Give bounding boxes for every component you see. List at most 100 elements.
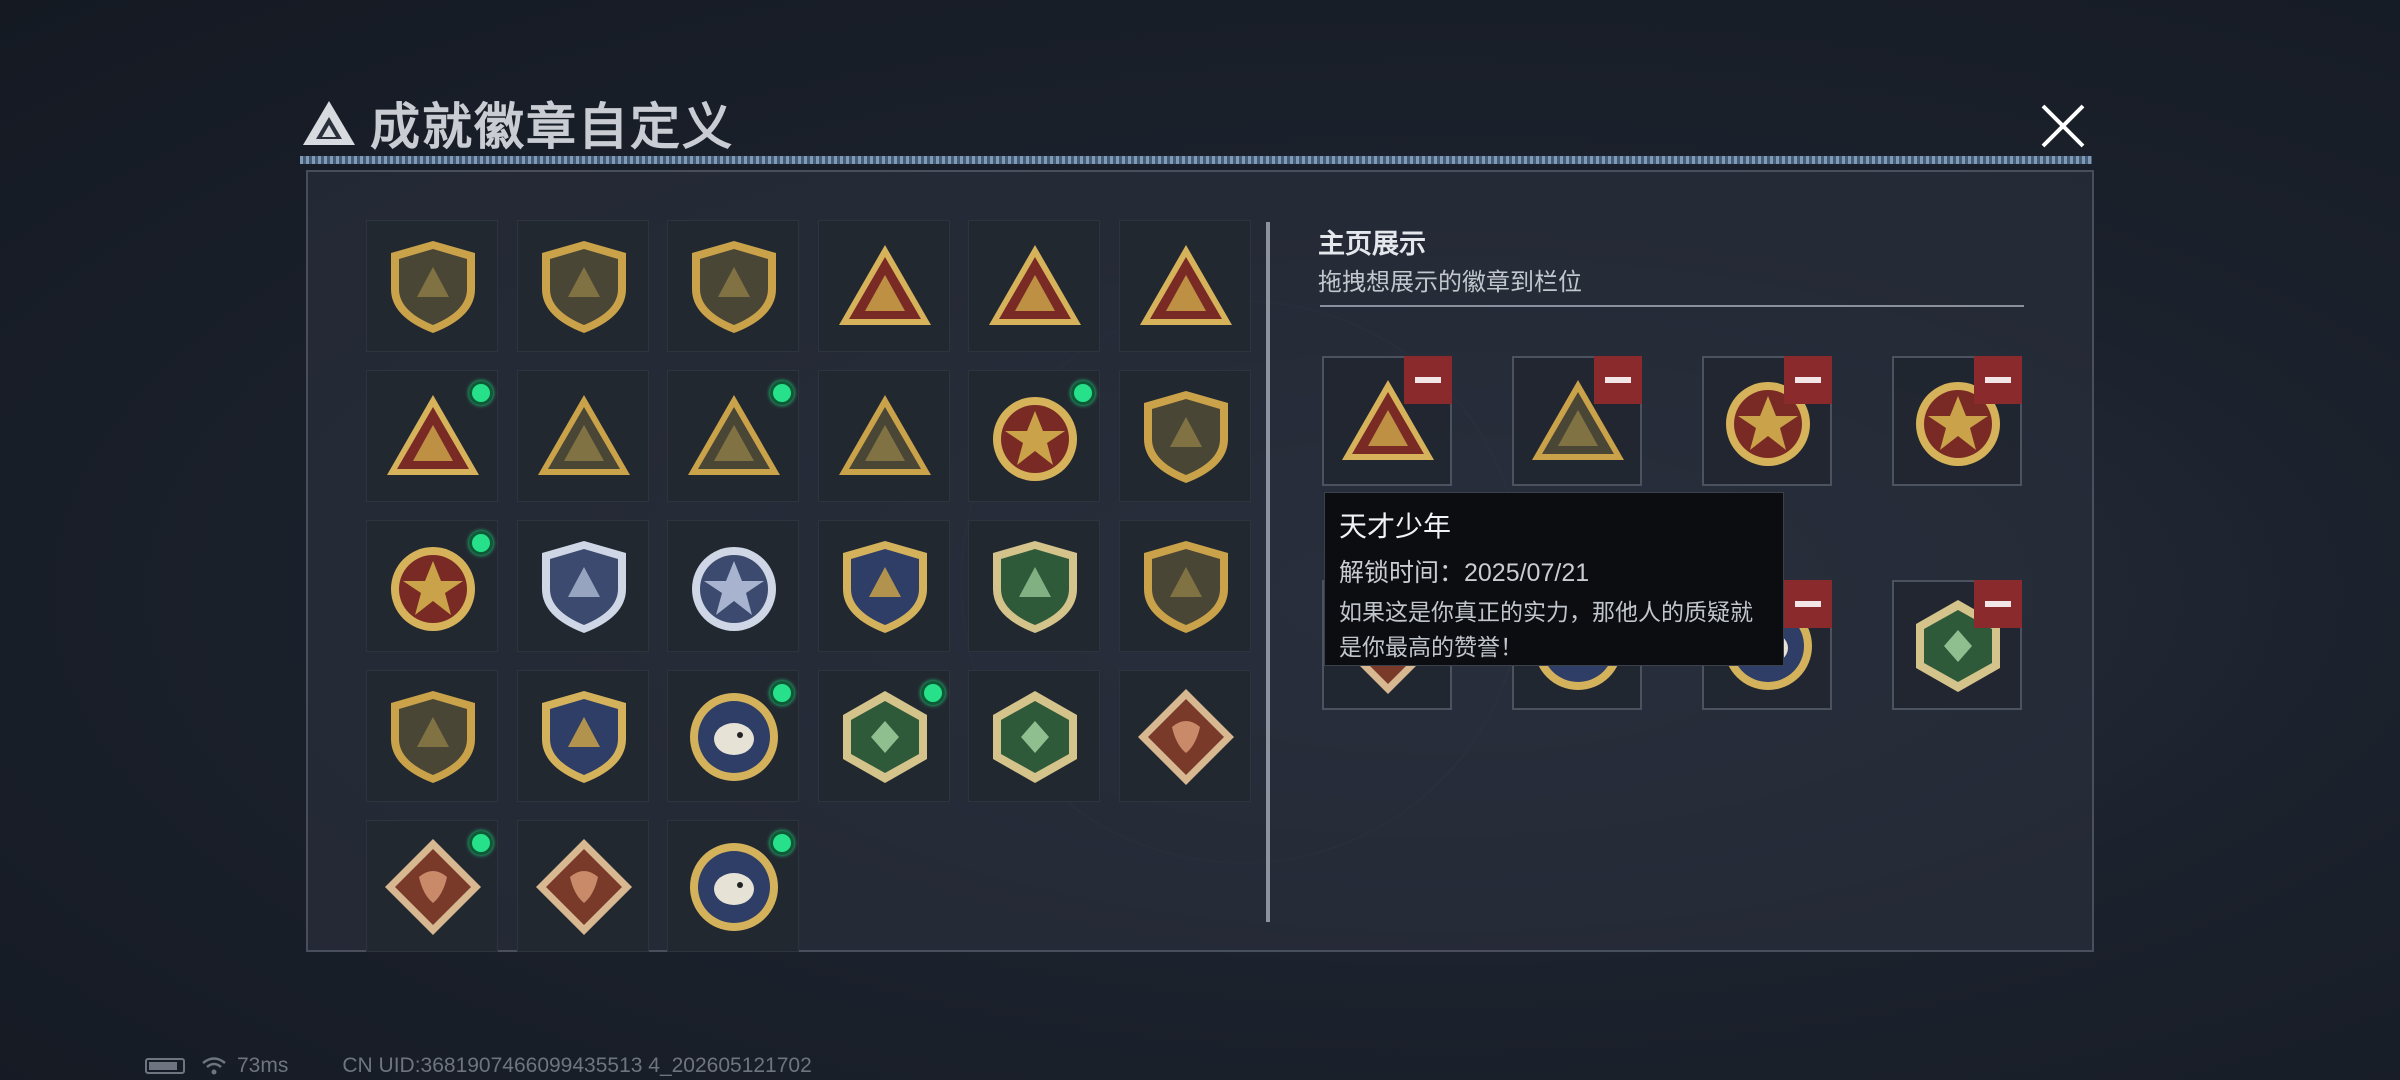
badge-cell[interactable]: [1118, 370, 1251, 502]
triangle-logo-icon: [303, 101, 355, 145]
minus-icon: [1985, 601, 2011, 607]
battery-icon: [145, 1058, 185, 1074]
remove-badge-button[interactable]: [1974, 356, 2022, 404]
badge-cell[interactable]: [366, 820, 498, 952]
badge-cell[interactable]: [817, 370, 950, 502]
rifle-olive-shield-badge-icon: [1143, 541, 1228, 633]
minus-icon: [1415, 377, 1441, 383]
badge-cell[interactable]: [366, 370, 498, 502]
badge-cell[interactable]: [516, 370, 649, 502]
badge-cell[interactable]: [1118, 670, 1251, 802]
eagle-round-badge-icon: [690, 693, 778, 781]
badge-cell[interactable]: [667, 820, 799, 952]
badge-tooltip: 天才少年 解锁时间：2025/07/21 如果这是你真正的实力，那他人的质疑就 …: [1324, 492, 1784, 666]
window-header: 成就徽章自定义: [300, 88, 734, 158]
display-slot[interactable]: [1892, 356, 2022, 486]
tooltip-description-line: 如果这是你真正的实力，那他人的质疑就: [1339, 599, 1753, 625]
emblem-shield-badge-icon: [1143, 391, 1228, 483]
badge-cell[interactable]: [366, 220, 498, 352]
badge-cell[interactable]: [968, 670, 1100, 802]
new-indicator-dot: [469, 531, 493, 555]
badge-cell[interactable]: [366, 670, 498, 802]
home-display-title: 主页展示: [1318, 229, 1426, 259]
badge-cell[interactable]: [1118, 520, 1251, 652]
badge-cell[interactable]: [667, 370, 799, 502]
dragon-diamond-badge-icon: [385, 839, 481, 935]
remove-badge-button[interactable]: [1404, 356, 1452, 404]
runner-triangle-badge-icon: [537, 395, 630, 475]
badge-cell[interactable]: [667, 220, 799, 352]
remove-badge-button[interactable]: [1784, 356, 1832, 404]
new-indicator-dot: [920, 681, 945, 705]
winged-gold-medal-badge-icon: [391, 547, 475, 631]
badge-cell[interactable]: [817, 520, 950, 652]
hammer-hex-badge-icon: [993, 691, 1077, 783]
window-title: 成就徽章自定义: [370, 98, 734, 156]
badge-cell[interactable]: [366, 520, 498, 652]
badge-cell[interactable]: [516, 820, 649, 952]
remove-badge-button[interactable]: [1974, 580, 2022, 628]
tooltip-title: 天才少年: [1339, 511, 1452, 542]
home-display-divider: [1320, 305, 2024, 307]
bird-triangle-badge-icon: [989, 245, 1081, 325]
shield-triangle-badge-icon: [391, 241, 475, 333]
close-icon: [2041, 104, 2085, 148]
rifle-gold-shield-badge-icon: [842, 541, 927, 633]
uid-text: CN UID:3681907466099435513 4_20260512170…: [342, 1054, 812, 1077]
badge-cell[interactable]: [516, 670, 649, 802]
rifle-green-shield-badge-icon: [993, 541, 1077, 633]
badge-cell[interactable]: [516, 220, 649, 352]
close-button[interactable]: [2035, 98, 2091, 154]
new-indicator-dot: [770, 681, 794, 705]
badge-cell[interactable]: [968, 520, 1100, 652]
minus-icon: [1605, 377, 1631, 383]
display-slot[interactable]: [1892, 580, 2022, 710]
display-slot[interactable]: [1702, 356, 1832, 486]
home-display-subtitle: 拖拽想展示的徽章到栏位: [1318, 269, 1582, 296]
badge-cell[interactable]: [968, 370, 1100, 502]
badge-cell[interactable]: [1118, 220, 1251, 352]
panel-divider: [1266, 222, 1270, 922]
badge-cell[interactable]: [516, 520, 649, 652]
badge-cell[interactable]: [817, 220, 950, 352]
ping-text: 73ms: [237, 1054, 289, 1077]
knife-gold-shield-badge-icon: [541, 691, 626, 783]
knife-olive-shield-badge-icon: [391, 691, 475, 783]
diamond-shield-badge-icon: [541, 541, 626, 633]
status-footer: 73ms CN UID:3681907466099435513 4_202605…: [145, 1054, 812, 1078]
soldiers-triangle-badge-icon: [838, 395, 931, 475]
badge-cell[interactable]: [667, 670, 799, 802]
silver-crest-badge-icon: [692, 547, 776, 631]
display-slot[interactable]: [1322, 356, 1452, 486]
usb-triangle-badge-icon: [387, 395, 479, 475]
wifi-icon: [202, 1057, 226, 1075]
badge-cell[interactable]: [817, 670, 950, 802]
helicopter-badge-icon: [541, 241, 626, 333]
number-one-triangle-badge-icon: [1139, 245, 1232, 325]
minus-icon: [1985, 377, 2011, 383]
title-divider: [300, 156, 2092, 164]
minus-icon: [1795, 377, 1821, 383]
new-indicator-dot: [770, 381, 794, 405]
fighter-diamond-badge-icon: [535, 839, 632, 935]
badge-cell[interactable]: [667, 520, 799, 652]
cube-hands-triangle-badge-icon: [688, 395, 780, 475]
new-indicator-dot: [469, 381, 493, 405]
wolf-round-badge-icon: [690, 843, 778, 931]
new-indicator-dot: [469, 831, 493, 855]
dragon-diamond-badge-icon: [1137, 689, 1234, 785]
remove-badge-button[interactable]: [1784, 580, 1832, 628]
minus-icon: [1795, 601, 1821, 607]
tooltip-description-line: 是你最高的赞誉！: [1339, 634, 1523, 660]
tooltip-description: 如果这是你真正的实力，那他人的质疑就 是你最高的赞誉！: [1339, 595, 1769, 665]
tooltip-unlock-time: 解锁时间：2025/07/21: [1339, 559, 1590, 587]
new-indicator-dot: [770, 831, 794, 855]
star-medal-badge-icon: [993, 397, 1077, 481]
dagger-shield-badge-icon: [692, 241, 776, 333]
badge-cell[interactable]: [968, 220, 1100, 352]
remove-badge-button[interactable]: [1594, 356, 1642, 404]
hornet-hex-badge-icon: [842, 691, 927, 783]
display-slot[interactable]: [1512, 356, 1642, 486]
new-indicator-dot: [1071, 381, 1095, 405]
ammo-box-triangle-badge-icon: [838, 245, 931, 325]
